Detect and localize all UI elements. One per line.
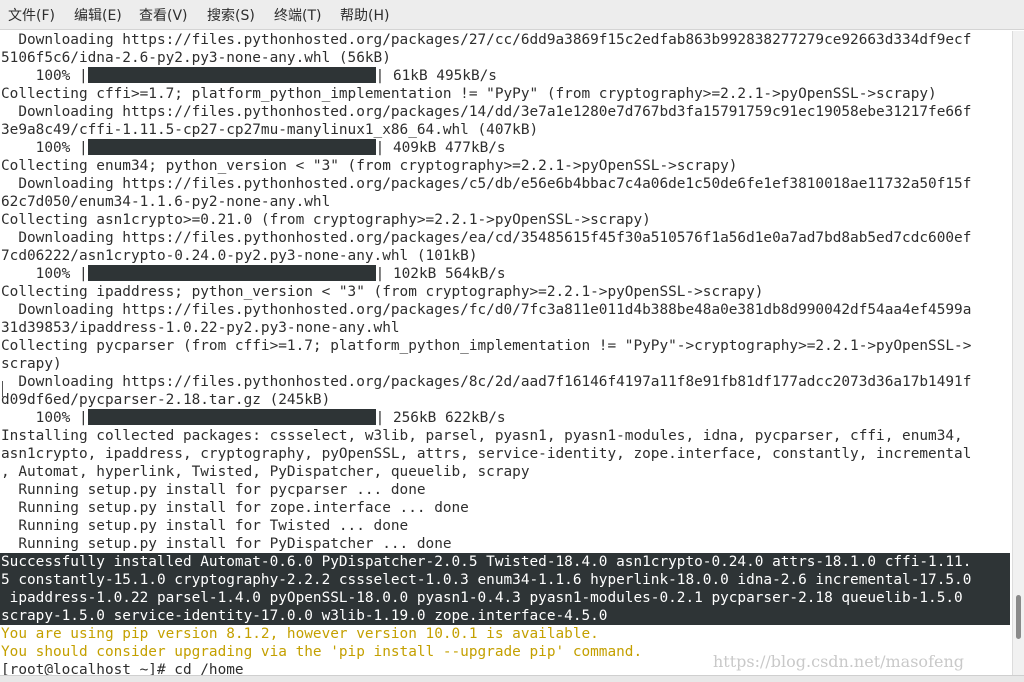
terminal-line: Collecting cffi>=1.7; platform_python_im… — [1, 86, 937, 102]
terminal-line: 5106f5c6/idna-2.6-py2.py3-none-any.whl (… — [1, 50, 391, 66]
terminal-line: 3e9a8c49/cffi-1.11.5-cp27-cp27mu-manylin… — [1, 122, 539, 138]
terminal-line: Downloading https://files.pythonhosted.o… — [1, 104, 972, 120]
menu-help[interactable]: 帮助(H) — [340, 0, 389, 30]
terminal-line: Downloading https://files.pythonhosted.o… — [1, 32, 972, 48]
progress-bar — [87, 265, 376, 281]
menu-search[interactable]: 搜索(S) — [207, 0, 255, 30]
progress-stats: | 409kB 477kB/s — [375, 140, 506, 156]
terminal-line: 62c7d050/enum34-1.1.6-py2-none-any.whl — [1, 194, 331, 210]
terminal-line: Collecting enum34; python_version < "3" … — [1, 158, 738, 174]
progress-bar — [87, 67, 376, 83]
watermark: https://blog.csdn.net/masofeng — [713, 652, 964, 671]
highlighted-output-line: 5 constantly-15.1.0 cryptography-2.2.2 c… — [0, 571, 1010, 589]
menu-view[interactable]: 查看(V) — [139, 0, 188, 30]
pip-warning-line: You should consider upgrading via the 'p… — [1, 644, 643, 660]
terminal-line: Collecting pycparser (from cffi>=1.7; pl… — [1, 338, 972, 354]
terminal-line: Downloading https://files.pythonhosted.o… — [1, 176, 972, 192]
terminal-line: Downloading https://files.pythonhosted.o… — [1, 374, 972, 390]
menu-file[interactable]: 文件(F) — [8, 0, 55, 30]
menu-edit[interactable]: 编辑(E) — [74, 0, 122, 30]
progress-percent: 100% | — [1, 68, 88, 84]
window-bottom-edge — [0, 675, 1024, 682]
progress-stats: | 102kB 564kB/s — [375, 266, 506, 282]
terminal-line: Downloading https://files.pythonhosted.o… — [1, 230, 972, 246]
progress-bar — [87, 139, 376, 155]
terminal-line: 7cd06222/asn1crypto-0.24.0-py2.py3-none-… — [1, 248, 478, 264]
scrollbar-thumb[interactable] — [1016, 595, 1021, 639]
progress-line: 100% | | 102kB 564kB/s — [1, 265, 506, 283]
highlighted-output-line: scrapy-1.5.0 service-identity-17.0.0 w3l… — [0, 607, 1010, 625]
terminal-line: Installing collected packages: cssselect… — [1, 428, 963, 444]
progress-line: 100% | | 409kB 477kB/s — [1, 139, 506, 157]
highlighted-output-line: Successfully installed Automat-0.6.0 PyD… — [0, 553, 1010, 571]
progress-stats: | 61kB 495kB/s — [375, 68, 497, 84]
terminal-output[interactable]: Downloading https://files.pythonhosted.o… — [0, 31, 1012, 675]
progress-line: 100% | | 256kB 622kB/s — [1, 409, 506, 427]
terminal-line: , Automat, hyperlink, Twisted, PyDispatc… — [1, 464, 530, 480]
progress-percent: 100% | — [1, 266, 88, 282]
terminal-line: [root@localhost ~]# cd /home — [1, 662, 244, 675]
text-cursor-icon — [2, 381, 3, 397]
menu-bar: 文件(F) 编辑(E) 查看(V) 搜索(S) 终端(T) 帮助(H) — [0, 0, 1024, 30]
progress-percent: 100% | — [1, 410, 88, 426]
terminal-line: 31d39853/ipaddress-1.0.22-py2.py3-none-a… — [1, 320, 400, 336]
terminal-line: Collecting ipaddress; python_version < "… — [1, 284, 764, 300]
menu-terminal[interactable]: 终端(T) — [274, 0, 321, 30]
highlighted-output-line: ipaddress-1.0.22 parsel-1.4.0 pyOpenSSL-… — [0, 589, 1010, 607]
vertical-scrollbar[interactable] — [1012, 31, 1024, 675]
terminal-line: Running setup.py install for zope.interf… — [1, 500, 469, 516]
terminal-line: Running setup.py install for pycparser .… — [1, 482, 426, 498]
terminal-line: Collecting asn1crypto>=0.21.0 (from cryp… — [1, 212, 651, 228]
progress-bar — [87, 409, 376, 425]
terminal-line: Running setup.py install for PyDispatche… — [1, 536, 452, 552]
progress-line: 100% | | 61kB 495kB/s — [1, 67, 497, 85]
terminal-line: asn1crypto, ipaddress, cryptography, pyO… — [1, 446, 972, 462]
terminal-line: scrapy) — [1, 356, 62, 372]
terminal-line: d09df6ed/pycparser-2.18.tar.gz (245kB) — [1, 392, 331, 408]
progress-stats: | 256kB 622kB/s — [375, 410, 506, 426]
terminal-line: Downloading https://files.pythonhosted.o… — [1, 302, 972, 318]
progress-percent: 100% | — [1, 140, 88, 156]
pip-warning-line: You are using pip version 8.1.2, however… — [1, 626, 599, 642]
terminal-line: Running setup.py install for Twisted ...… — [1, 518, 409, 534]
